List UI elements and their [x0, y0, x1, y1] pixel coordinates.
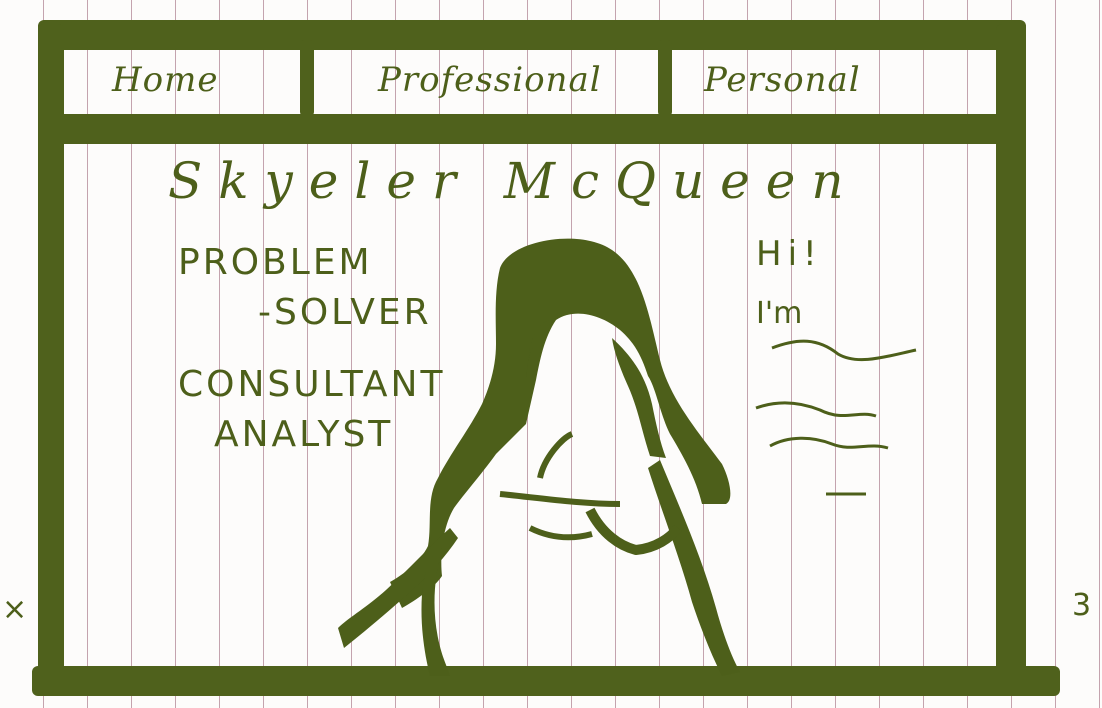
tab-professional[interactable]: Professional: [378, 52, 602, 108]
nav-bar-bottom-border: [60, 114, 1000, 144]
portrait-image: [338, 238, 740, 676]
bio-line: [755, 401, 877, 418]
tab-personal[interactable]: Personal: [704, 52, 861, 108]
greeting-text: Hi!: [756, 234, 823, 274]
bio-placeholder-lines: [755, 339, 917, 496]
nav-divider: [658, 40, 672, 116]
bio-line: [769, 436, 889, 450]
frame-right-border: [996, 24, 1026, 694]
frame-top-border: [38, 20, 1026, 50]
intro-text: I'm: [756, 296, 803, 331]
tab-home[interactable]: Home: [112, 52, 218, 108]
page-title: Skyeler McQueen: [168, 152, 860, 210]
portrait-hair: [338, 238, 740, 676]
nav-divider: [300, 40, 314, 116]
edge-mark: 3: [1072, 588, 1092, 623]
edge-mark: ×: [2, 592, 28, 627]
bio-line: [771, 339, 917, 362]
